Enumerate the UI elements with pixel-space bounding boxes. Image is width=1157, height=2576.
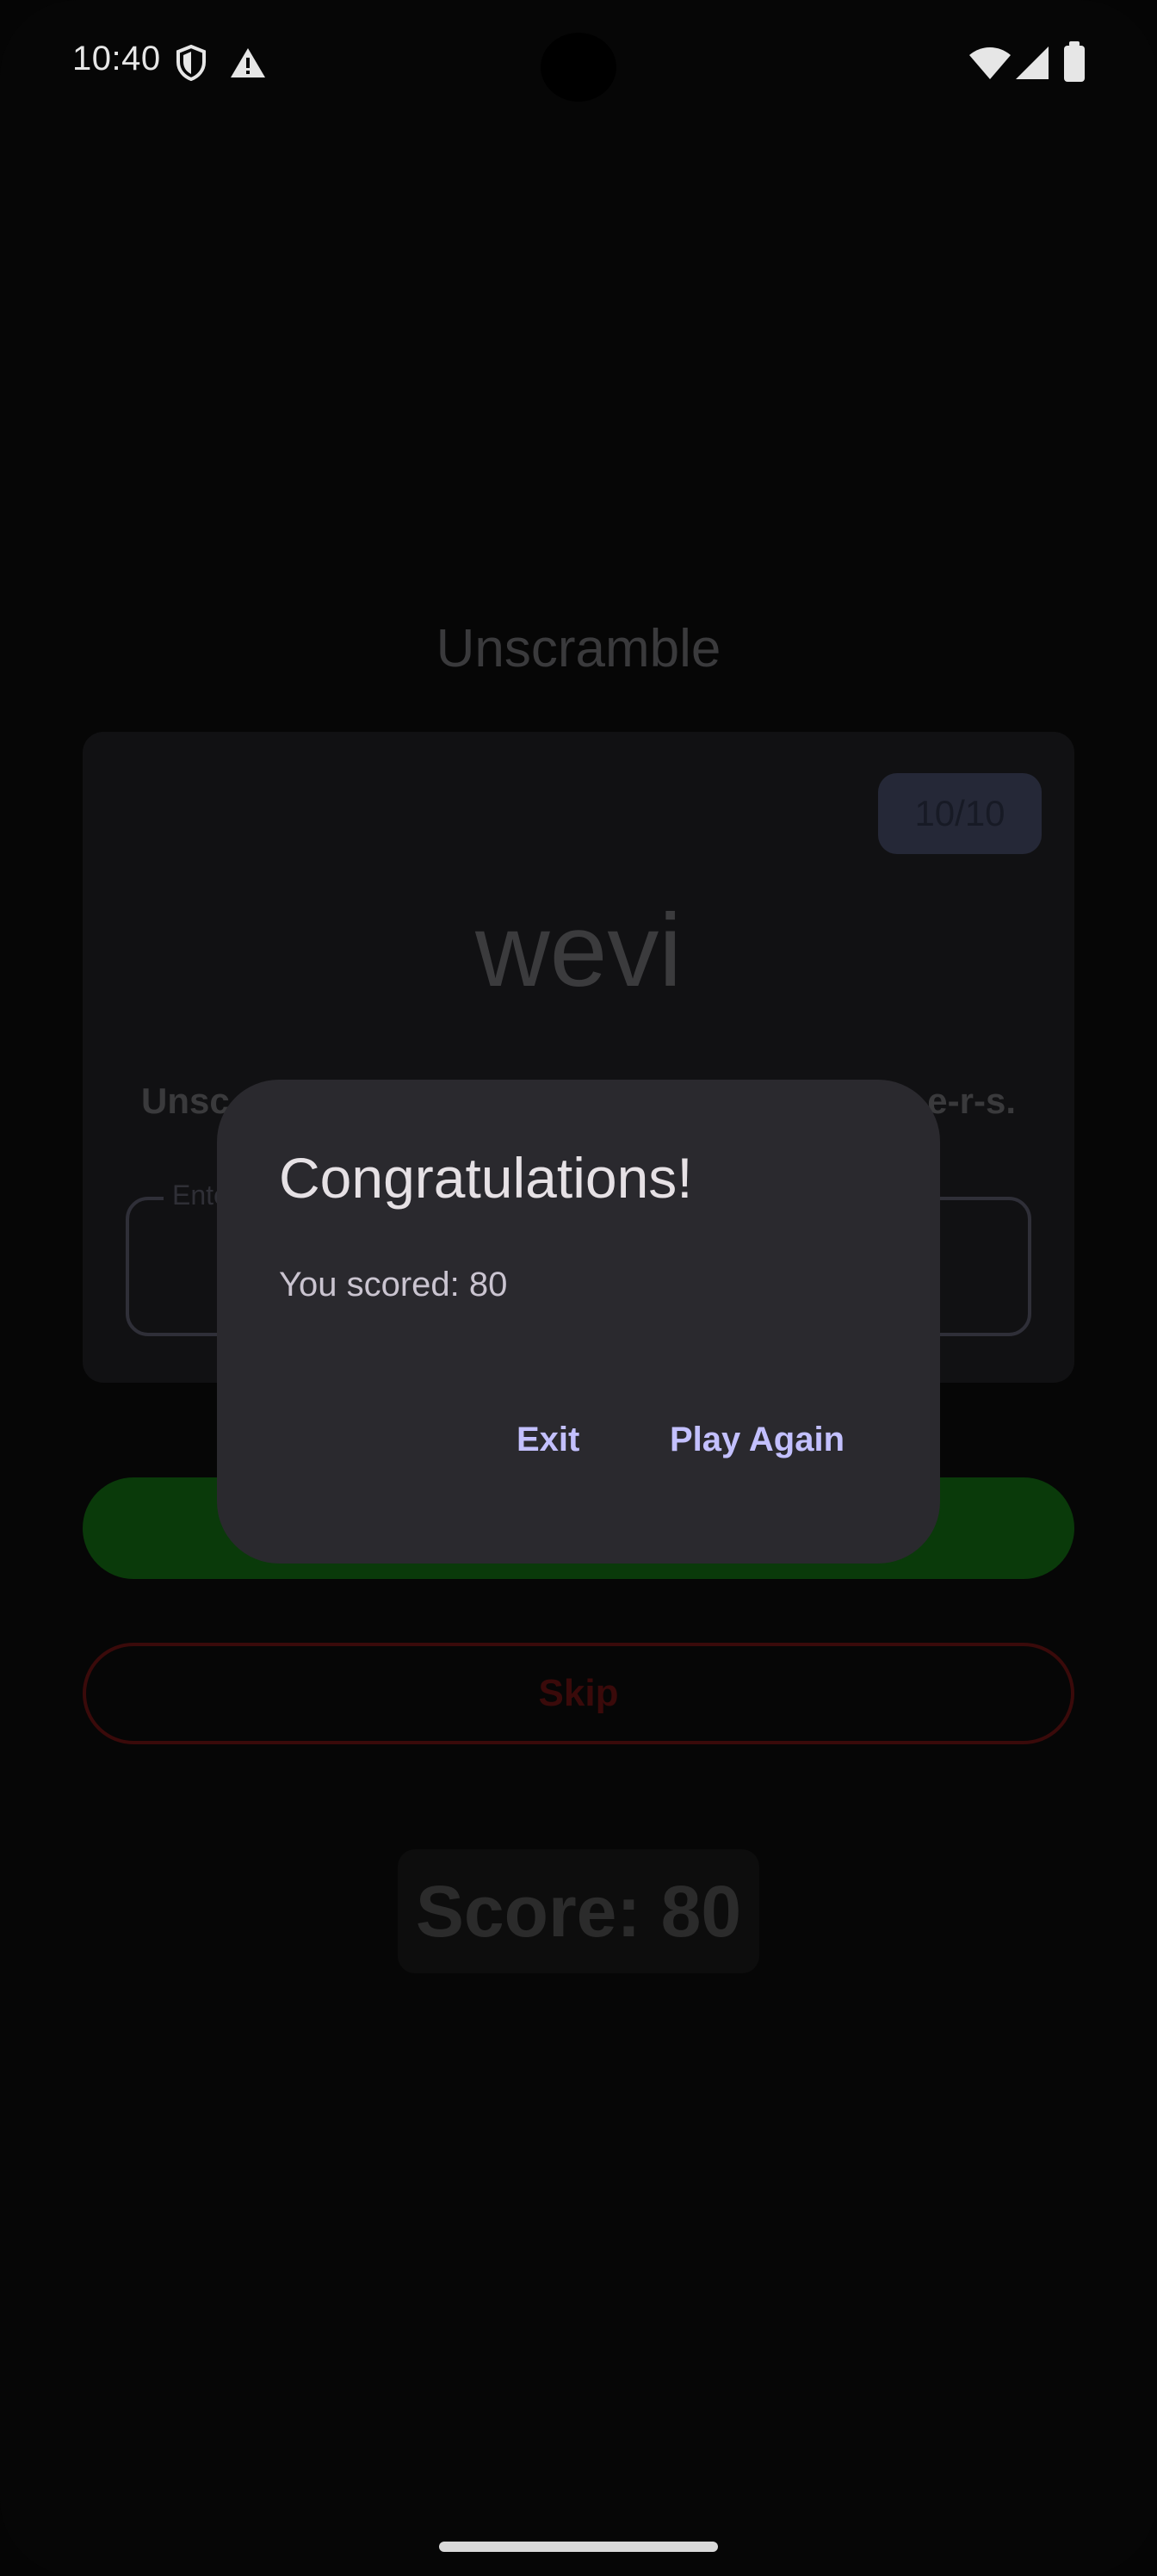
dialog-message: You scored: 80 <box>279 1266 508 1303</box>
scrambled-word: wevi <box>474 893 683 1008</box>
battery-icon <box>1064 41 1085 82</box>
app-title: Unscramble <box>436 619 721 678</box>
signal-icon <box>1016 46 1049 79</box>
home-indicator[interactable] <box>439 2542 718 2552</box>
dialog-title: Congratulations! <box>279 1146 693 1210</box>
exit-button[interactable]: Exit <box>496 1407 600 1473</box>
warning-icon <box>231 48 265 77</box>
wifi-icon <box>969 47 1011 79</box>
word-counter-badge: 10/10 <box>878 773 1042 854</box>
skip-button[interactable]: Skip <box>83 1643 1074 1744</box>
score-display: Score: 80 <box>398 1849 759 1973</box>
instructions-left: Unsc <box>141 1081 230 1121</box>
shield-icon <box>176 45 206 81</box>
front-camera <box>541 33 616 102</box>
status-bar: 10:40 <box>0 0 1157 129</box>
final-score-dialog: Congratulations! You scored: 80 Exit Pla… <box>217 1080 940 1564</box>
play-again-button[interactable]: Play Again <box>649 1407 865 1473</box>
instructions-right: e-r-s. <box>927 1081 1016 1121</box>
app-screen: 10:40 Unscramble 10/10 wevi Unsc e-r-s. <box>0 0 1157 2576</box>
status-time: 10:40 <box>72 40 161 77</box>
